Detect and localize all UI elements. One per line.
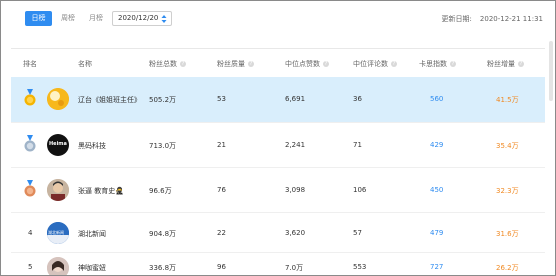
table-row[interactable]: 4 湖北新闻 湖北新闻 904.8万 22 3,620 57 479 31.6万: [11, 213, 545, 253]
header-quality[interactable]: 粉丝质量?: [217, 59, 254, 69]
row-fans: 713.0万: [149, 142, 177, 150]
date-picker[interactable]: 2020/12/20: [112, 11, 172, 26]
table-row[interactable]: Heima 黑码科技 713.0万 21 2,241 71 429 35.4万: [11, 123, 545, 168]
avatar-label: 湖北新闻: [48, 230, 64, 235]
table-header: 排名 名称 粉丝总数? 粉丝质量? 中位点赞数? 中位评论数? 卡思指数? 粉丝…: [11, 48, 545, 77]
row-fans: 96.6万: [149, 187, 172, 195]
toolbar: 日榜 周榜 月榜 2020/12/20 更新日期: 2020-12-21 11:3…: [1, 1, 555, 37]
row-likes: 3,098: [285, 186, 306, 194]
help-icon[interactable]: ?: [518, 61, 524, 67]
header-fans[interactable]: 粉丝总数?: [149, 59, 186, 69]
row-likes: 6,691: [285, 95, 306, 103]
row-name[interactable]: 张逼 教育史🥷: [78, 186, 124, 196]
row-fans: 505.2万: [149, 96, 177, 104]
help-icon[interactable]: ?: [323, 61, 329, 67]
row-likes: 2,241: [285, 141, 306, 149]
row-fans: 336.8万: [149, 264, 177, 272]
row-growth: 31.6万: [496, 230, 519, 238]
app-window: 日榜 周榜 月榜 2020/12/20 更新日期: 2020-12-21 11:3…: [0, 0, 556, 276]
tab-monthly[interactable]: 月榜: [85, 11, 107, 26]
avatar[interactable]: Heima: [47, 134, 69, 156]
header-rank: 排名: [23, 60, 37, 68]
avatar[interactable]: [47, 88, 69, 110]
stepper-arrows-icon[interactable]: [161, 14, 167, 24]
row-name[interactable]: 湖北新闻: [78, 229, 106, 239]
row-name[interactable]: 神咖蜜妞: [78, 263, 106, 273]
row-name[interactable]: 辽台《姐姐班主任》: [78, 95, 141, 105]
row-kasi: 560: [430, 95, 444, 103]
row-kasi: 479: [430, 229, 444, 237]
row-kasi: 429: [430, 141, 444, 149]
row-rank: 5: [28, 263, 33, 271]
row-likes: 7.0万: [285, 264, 304, 272]
row-kasi: 727: [430, 263, 444, 271]
row-likes: 3,620: [285, 229, 306, 237]
help-icon[interactable]: ?: [180, 61, 186, 67]
row-quality: 96: [217, 263, 226, 271]
row-name[interactable]: 黑码科技: [78, 141, 106, 151]
row-growth: 32.3万: [496, 187, 519, 195]
row-rank: 4: [28, 229, 33, 237]
header-kasi[interactable]: 卡思指数?: [419, 59, 456, 69]
scrollbar[interactable]: [549, 41, 553, 101]
date-value: 2020/12/20: [118, 14, 159, 22]
row-fans: 904.8万: [149, 230, 177, 238]
row-quality: 53: [217, 95, 226, 103]
update-value: 2020-12-21 11:31: [479, 15, 543, 23]
row-comments: 71: [353, 141, 362, 149]
row-comments: 106: [353, 186, 367, 194]
row-growth: 26.2万: [496, 264, 519, 272]
header-likes[interactable]: 中位点赞数?: [285, 59, 329, 69]
tab-daily[interactable]: 日榜: [25, 11, 52, 26]
help-icon[interactable]: ?: [450, 61, 456, 67]
row-growth: 35.4万: [496, 142, 519, 150]
row-kasi: 450: [430, 186, 444, 194]
tab-weekly[interactable]: 周榜: [57, 11, 79, 26]
header-comments[interactable]: 中位评论数?: [353, 59, 397, 69]
silver-medal-icon: [24, 135, 36, 152]
row-growth: 41.5万: [496, 96, 519, 104]
row-quality: 21: [217, 141, 226, 149]
bronze-medal-icon: [24, 180, 36, 197]
header-name: 名称: [78, 60, 92, 68]
avatar[interactable]: 湖北新闻: [47, 222, 69, 244]
row-comments: 553: [353, 263, 367, 271]
table-row[interactable]: 5 神咖蜜妞 336.8万 96 7.0万 553 727 26.2万: [11, 253, 545, 275]
header-growth[interactable]: 粉丝增量?: [487, 59, 524, 69]
avatar[interactable]: [47, 179, 69, 201]
row-comments: 57: [353, 229, 362, 237]
help-icon[interactable]: ?: [248, 61, 254, 67]
avatar[interactable]: [47, 257, 69, 275]
table-row[interactable]: 辽台《姐姐班主任》 505.2万 53 6,691 36 560 41.5万: [11, 77, 545, 123]
row-comments: 36: [353, 95, 362, 103]
gold-medal-icon: [24, 89, 36, 106]
row-quality: 76: [217, 186, 226, 194]
row-quality: 22: [217, 229, 226, 237]
avatar-label: Heima: [49, 141, 67, 147]
update-label: 更新日期:: [441, 15, 472, 23]
update-info: 更新日期: 2020-12-21 11:31: [442, 14, 543, 24]
table-row[interactable]: 张逼 教育史🥷 96.6万 76 3,098 106 450 32.3万: [11, 168, 545, 213]
help-icon[interactable]: ?: [391, 61, 397, 67]
